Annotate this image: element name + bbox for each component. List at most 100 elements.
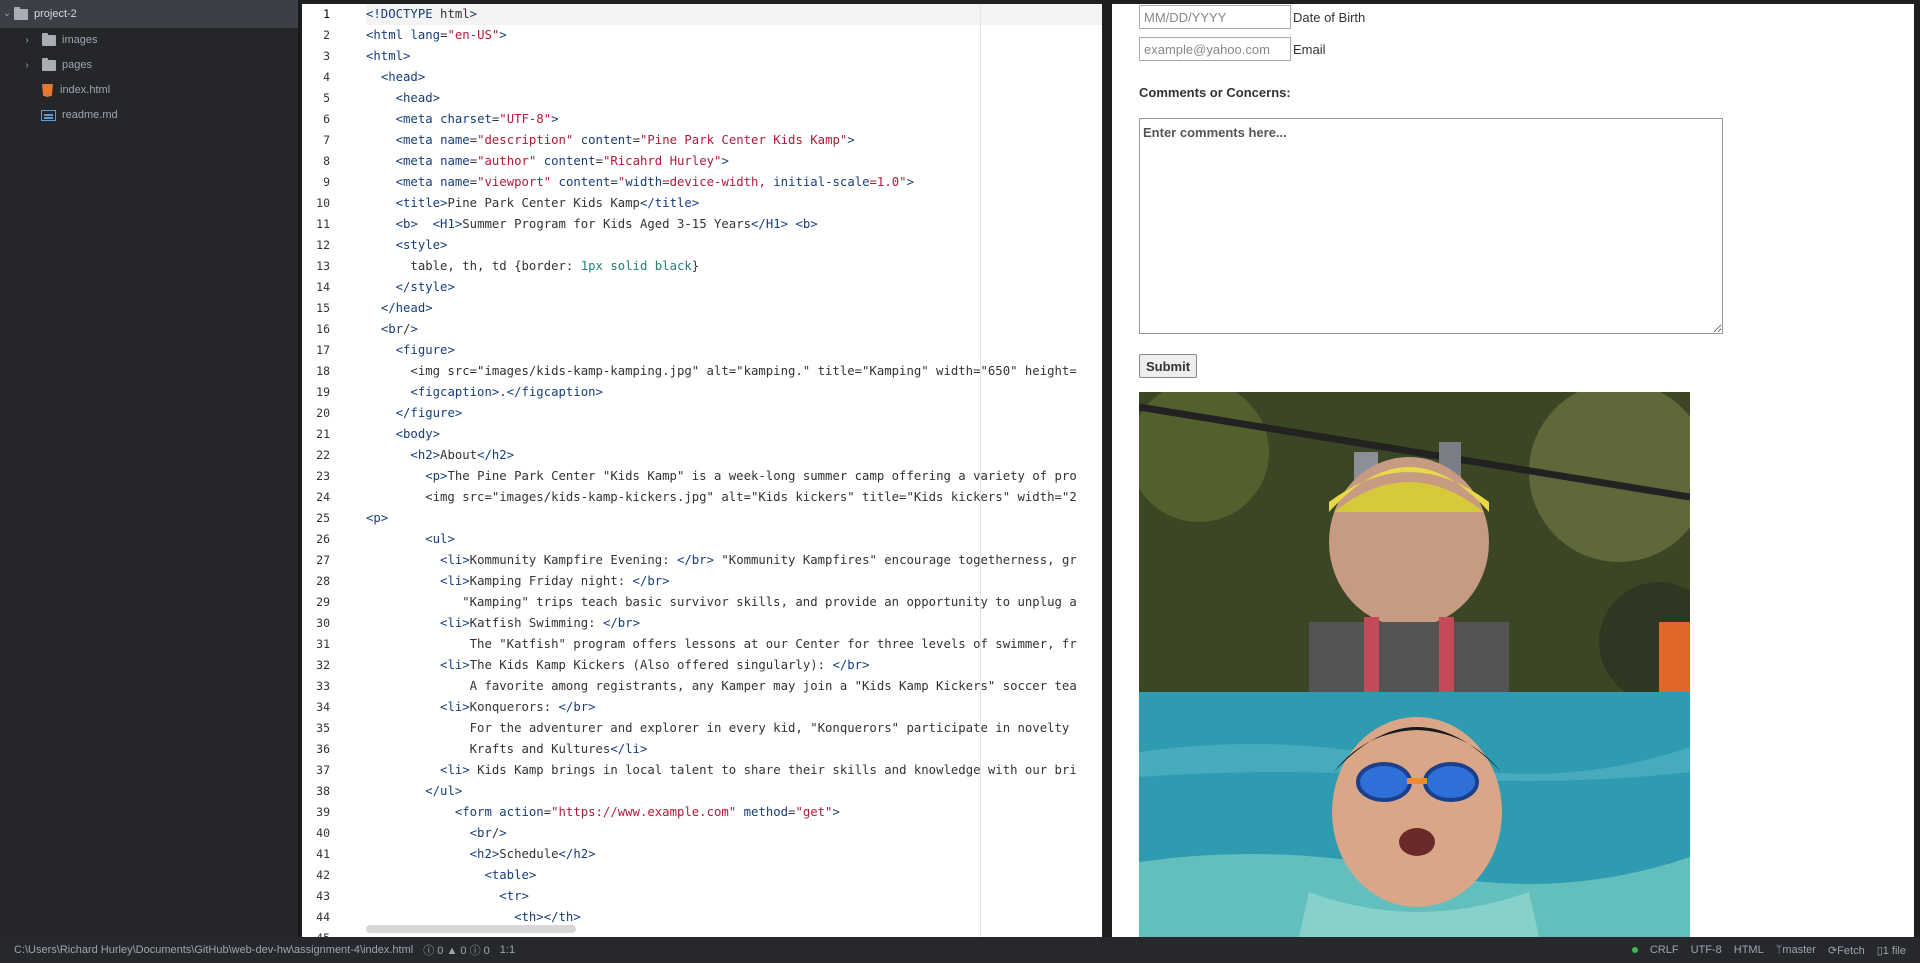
- code-line[interactable]: <!DOCTYPE html>: [366, 4, 1102, 25]
- code-line[interactable]: <img src="images/kids-kamp-kickers.jpg" …: [366, 487, 1102, 508]
- line-number[interactable]: 17: [302, 340, 350, 361]
- code-line[interactable]: <tr>: [366, 886, 1102, 907]
- line-number[interactable]: 4: [302, 67, 350, 88]
- line-number[interactable]: 38: [302, 781, 350, 802]
- line-number[interactable]: 25: [302, 508, 350, 529]
- code-line[interactable]: <br/>: [366, 823, 1102, 844]
- code-line[interactable]: <meta charset="UTF-8">: [366, 109, 1102, 130]
- comments-textarea[interactable]: [1139, 118, 1723, 334]
- grammar-selector[interactable]: HTML: [1734, 944, 1764, 956]
- code-line[interactable]: <meta name="viewport" content="width=dev…: [366, 172, 1102, 193]
- code-line[interactable]: <li>The Kids Kamp Kickers (Also offered …: [366, 655, 1102, 676]
- code-line[interactable]: "Kamping" trips teach basic survivor ski…: [366, 592, 1102, 613]
- email-input[interactable]: [1139, 37, 1291, 61]
- code-line[interactable]: <li>Kamping Friday night: </br>: [366, 571, 1102, 592]
- line-number[interactable]: 32: [302, 655, 350, 676]
- line-number[interactable]: 28: [302, 571, 350, 592]
- code-line[interactable]: </style>: [366, 277, 1102, 298]
- code-line[interactable]: A favorite among registrants, any Kamper…: [366, 676, 1102, 697]
- line-number[interactable]: 19: [302, 382, 350, 403]
- line-number[interactable]: 24: [302, 487, 350, 508]
- code-line[interactable]: <br/>: [366, 319, 1102, 340]
- line-number[interactable]: 14: [302, 277, 350, 298]
- code-line[interactable]: <li>Katfish Swimming: </br>: [366, 613, 1102, 634]
- tree-item-readme-md[interactable]: readme.md: [0, 103, 298, 128]
- horizontal-scrollbar[interactable]: [366, 925, 576, 933]
- code-lines[interactable]: <!DOCTYPE html> <html lang="en-US"> <html>…: [366, 4, 1102, 937]
- line-number[interactable]: 6: [302, 109, 350, 130]
- git-branch[interactable]: ᛘmaster: [1776, 944, 1816, 956]
- code-line[interactable]: <meta name="author" content="Ricahrd Hur…: [366, 151, 1102, 172]
- github-files[interactable]: ▯1 file: [1877, 944, 1906, 957]
- line-number[interactable]: 29: [302, 592, 350, 613]
- code-line[interactable]: </head>: [366, 298, 1102, 319]
- code-line[interactable]: <img src="images/kids-kamp-kamping.jpg" …: [366, 361, 1102, 382]
- code-line[interactable]: <title>Pine Park Center Kids Kamp</title…: [366, 193, 1102, 214]
- line-number[interactable]: 11: [302, 214, 350, 235]
- line-number[interactable]: 12: [302, 235, 350, 256]
- tree-root-project[interactable]: ⌄ project-2: [0, 0, 298, 28]
- line-number[interactable]: 13: [302, 256, 350, 277]
- code-line[interactable]: <html lang="en-US">: [366, 25, 1102, 46]
- submit-button[interactable]: Submit: [1139, 354, 1198, 378]
- dob-input[interactable]: [1139, 5, 1291, 29]
- line-number[interactable]: 1: [302, 4, 350, 25]
- line-number[interactable]: 30: [302, 613, 350, 634]
- fetch-button[interactable]: ⟳Fetch: [1828, 944, 1865, 957]
- code-line[interactable]: <style>: [366, 235, 1102, 256]
- line-number[interactable]: 9: [302, 172, 350, 193]
- code-line[interactable]: <li>Konquerors: </br>: [366, 697, 1102, 718]
- code-line[interactable]: <head>: [366, 67, 1102, 88]
- chevron-down-icon[interactable]: ⌄: [0, 0, 14, 28]
- encoding-selector[interactable]: UTF-8: [1691, 944, 1722, 956]
- line-number[interactable]: 22: [302, 445, 350, 466]
- code-line[interactable]: <h2>Schedule</h2>: [366, 844, 1102, 865]
- code-line[interactable]: <figcaption>.</figcaption>: [366, 382, 1102, 403]
- code-editor[interactable]: 1 2 3 4 5 6 7 8 9 10 11 12 13 14 15 16 17 18 19 20 21 22 23 24 2…: [302, 4, 1102, 937]
- code-line[interactable]: Krafts and Kultures</li>: [366, 739, 1102, 760]
- code-line[interactable]: <head>: [366, 88, 1102, 109]
- line-number[interactable]: 7: [302, 130, 350, 151]
- code-line[interactable]: <meta name="description" content="Pine P…: [366, 130, 1102, 151]
- line-number[interactable]: 15: [302, 298, 350, 319]
- line-number[interactable]: 3: [302, 46, 350, 67]
- line-number[interactable]: 8: [302, 151, 350, 172]
- code-line[interactable]: <h2>About</h2>: [366, 445, 1102, 466]
- line-number[interactable]: 21: [302, 424, 350, 445]
- tree-item-index-html[interactable]: index.html: [0, 78, 298, 103]
- line-number[interactable]: 44: [302, 907, 350, 928]
- code-line[interactable]: <form action="https://www.example.com" m…: [366, 802, 1102, 823]
- line-number[interactable]: 10: [302, 193, 350, 214]
- line-number[interactable]: 16: [302, 319, 350, 340]
- code-line[interactable]: table, th, td {border: 1px solid black}: [366, 256, 1102, 277]
- line-number[interactable]: 23: [302, 466, 350, 487]
- chevron-right-icon[interactable]: ›: [20, 53, 34, 78]
- code-line[interactable]: </ul>: [366, 781, 1102, 802]
- line-number[interactable]: 26: [302, 529, 350, 550]
- line-number[interactable]: 37: [302, 760, 350, 781]
- line-number[interactable]: 36: [302, 739, 350, 760]
- code-line[interactable]: The "Katfish" program offers lessons at …: [366, 634, 1102, 655]
- code-line[interactable]: <figure>: [366, 340, 1102, 361]
- line-number[interactable]: 40: [302, 823, 350, 844]
- line-number[interactable]: 34: [302, 697, 350, 718]
- line-number[interactable]: 41: [302, 844, 350, 865]
- cursor-position[interactable]: 1:1: [500, 944, 515, 956]
- line-number[interactable]: 35: [302, 718, 350, 739]
- tree-item-images[interactable]: › images: [0, 28, 298, 53]
- code-line[interactable]: For the adventurer and explorer in every…: [366, 718, 1102, 739]
- code-line[interactable]: <ul>: [366, 529, 1102, 550]
- line-number[interactable]: 31: [302, 634, 350, 655]
- line-number[interactable]: 2: [302, 25, 350, 46]
- code-line[interactable]: <li> Kids Kamp brings in local talent to…: [366, 760, 1102, 781]
- linter-status[interactable]: ⓘ 0 ▲ 0 ⓘ 0: [423, 942, 490, 958]
- line-ending-selector[interactable]: CRLF: [1650, 944, 1679, 956]
- code-line[interactable]: <body>: [366, 424, 1102, 445]
- line-number[interactable]: 39: [302, 802, 350, 823]
- code-line[interactable]: <table>: [366, 865, 1102, 886]
- file-path[interactable]: C:\Users\Richard Hurley\Documents\GitHub…: [14, 944, 413, 956]
- line-number[interactable]: 43: [302, 886, 350, 907]
- code-line[interactable]: <p>The Pine Park Center "Kids Kamp" is a…: [366, 466, 1102, 487]
- code-line[interactable]: <li>Kommunity Kampfire Evening: </br> "K…: [366, 550, 1102, 571]
- line-number[interactable]: 27: [302, 550, 350, 571]
